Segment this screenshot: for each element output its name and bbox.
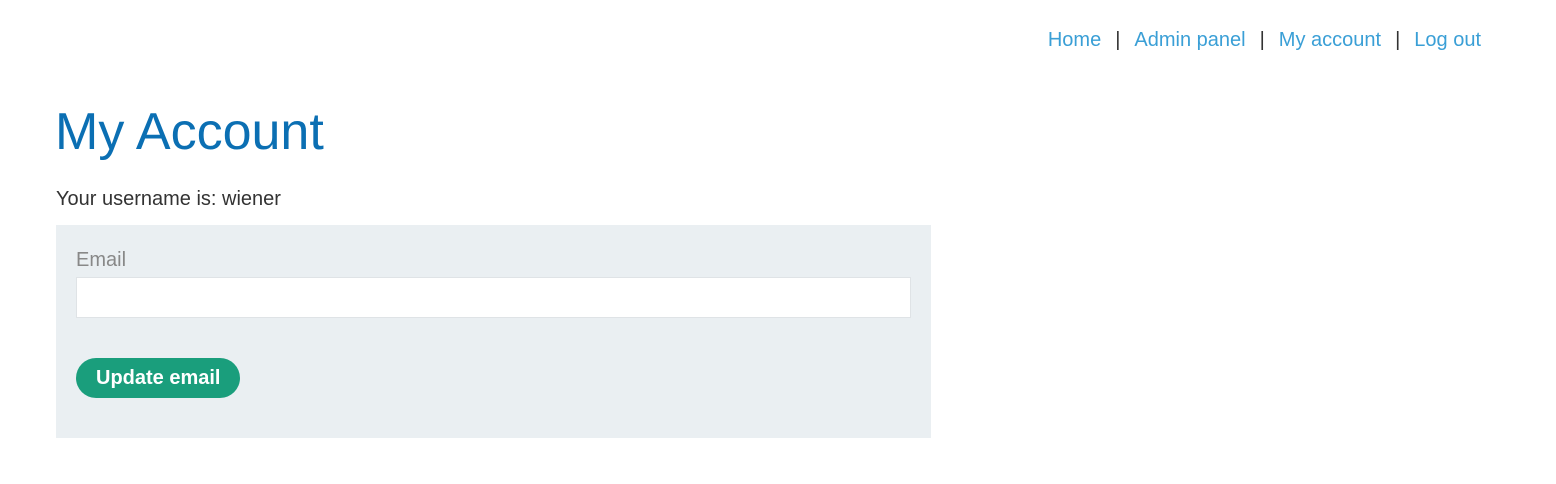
page-title: My Account	[55, 103, 324, 161]
username-text: Your username is: wiener	[56, 188, 281, 210]
nav-link-home[interactable]: Home	[1048, 28, 1101, 52]
nav-link-log-out[interactable]: Log out	[1414, 28, 1481, 52]
email-label: Email	[76, 249, 127, 271]
top-nav: Home | Admin panel | My account | Log ou…	[1048, 28, 1481, 52]
nav-separator: |	[1395, 29, 1401, 51]
page: Home | Admin panel | My account | Log ou…	[0, 0, 1556, 484]
nav-link-my-account[interactable]: My account	[1279, 28, 1381, 52]
update-email-button[interactable]: Update email	[76, 358, 241, 398]
update-email-form: Email Update email	[56, 225, 931, 438]
nav-separator: |	[1259, 29, 1265, 51]
nav-separator: |	[1115, 29, 1121, 51]
email-input[interactable]	[76, 277, 911, 318]
nav-link-admin-panel[interactable]: Admin panel	[1134, 28, 1245, 52]
